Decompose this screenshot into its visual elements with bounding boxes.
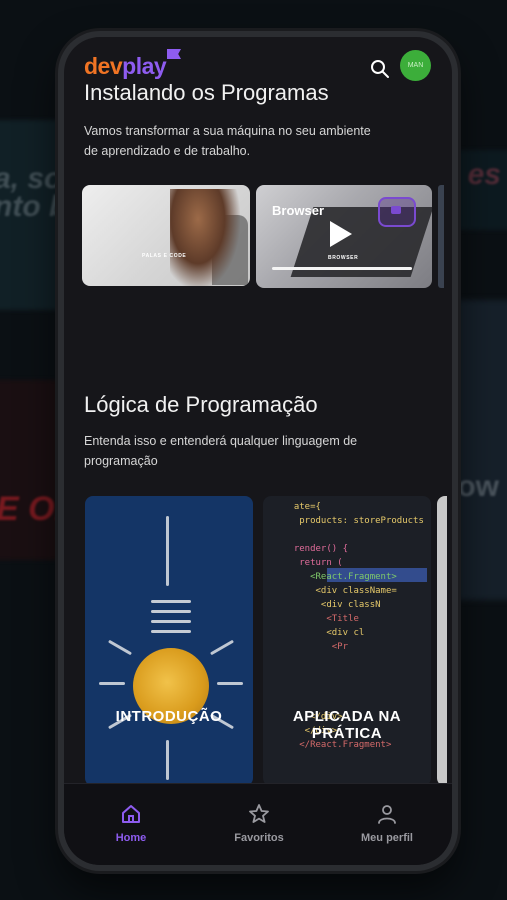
code-line: ate={ (283, 502, 321, 512)
next-card-peek[interactable] (438, 185, 444, 288)
next-card-peek[interactable] (437, 496, 447, 786)
code-line: products: storeProducts (283, 516, 424, 526)
light-ray (166, 516, 169, 586)
star-icon (249, 804, 269, 823)
search-icon (371, 60, 389, 78)
code-line: <div className= (283, 586, 397, 596)
light-ray (99, 682, 125, 685)
phone-frame: devplay MAN Instalando os Programas Vamo… (58, 31, 458, 871)
light-ray (166, 740, 169, 780)
course-card-introducao[interactable]: INTRODUÇÃO (85, 496, 253, 786)
code-line: return ( (283, 558, 343, 568)
card-label: APLICADA NA PRÁTICA (263, 708, 431, 742)
card-title: Browser (272, 203, 325, 218)
watch-progress-bar (272, 267, 412, 270)
course-card-aplicada[interactable]: ate={ products: storeProducts render() {… (263, 496, 431, 786)
bottom-nav: Home Favoritos Meu perfil (64, 783, 452, 865)
section-subtitle: Entenda isso e entenderá qualquer lingua… (84, 434, 358, 468)
light-ray (209, 639, 235, 656)
code-line: <Pr (283, 642, 349, 652)
background-text: ow (457, 470, 499, 503)
bulb-coil (151, 610, 191, 613)
light-ray (217, 682, 243, 685)
nav-home[interactable]: Home (86, 802, 176, 844)
nav-favorites-label: Favoritos (234, 832, 284, 844)
logo-flag-icon (167, 49, 181, 59)
section-subtitle: Vamos transformar a sua máquina no seu a… (84, 124, 371, 158)
nav-favorites[interactable]: Favoritos (214, 802, 304, 844)
card-label-line: PRÁTICA (311, 725, 383, 742)
card-label-line: APLICADA NA (292, 708, 402, 725)
nav-home-label: Home (115, 832, 147, 844)
logo-dev-text: dev (84, 53, 123, 79)
video-card-browser[interactable]: Browser BROWSER (256, 185, 432, 288)
nav-profile[interactable]: Meu perfil (342, 802, 432, 844)
card-caption: BROWSER (328, 255, 359, 261)
card-caption: PALAS E CODE (142, 253, 187, 259)
background-panel (457, 300, 507, 600)
bulb-coil (151, 620, 191, 623)
light-ray (107, 639, 133, 656)
section-title: Lógica de Programação (84, 392, 318, 417)
code-line: render() { (283, 544, 349, 554)
avatar-initials: MAN (407, 62, 424, 69)
avatar[interactable]: MAN (400, 50, 431, 81)
code-line: <Title (283, 614, 359, 624)
user-icon (378, 805, 396, 824)
code-line: <div cl (283, 628, 365, 638)
card-label: INTRODUÇÃO (115, 708, 223, 725)
home-icon (122, 805, 140, 823)
chat-badge-icon (378, 197, 416, 227)
background-text: es (467, 158, 501, 191)
devplay-logo[interactable]: devplay (84, 53, 167, 80)
app-screen: devplay MAN Instalando os Programas Vamo… (64, 37, 452, 865)
section-title: Instalando os Programas (84, 80, 329, 105)
code-line: <div classN (283, 600, 381, 610)
bulb-coil (151, 600, 191, 603)
nav-profile-label: Meu perfil (361, 832, 413, 844)
search-button[interactable] (368, 57, 392, 81)
code-line: <React.Fragment> (283, 572, 397, 582)
logo-play-text: play (122, 53, 167, 79)
bulb-coil (151, 630, 191, 633)
person-illustration (170, 189, 240, 286)
play-icon (330, 221, 352, 247)
video-card[interactable]: PALAS E CODE (82, 185, 250, 286)
